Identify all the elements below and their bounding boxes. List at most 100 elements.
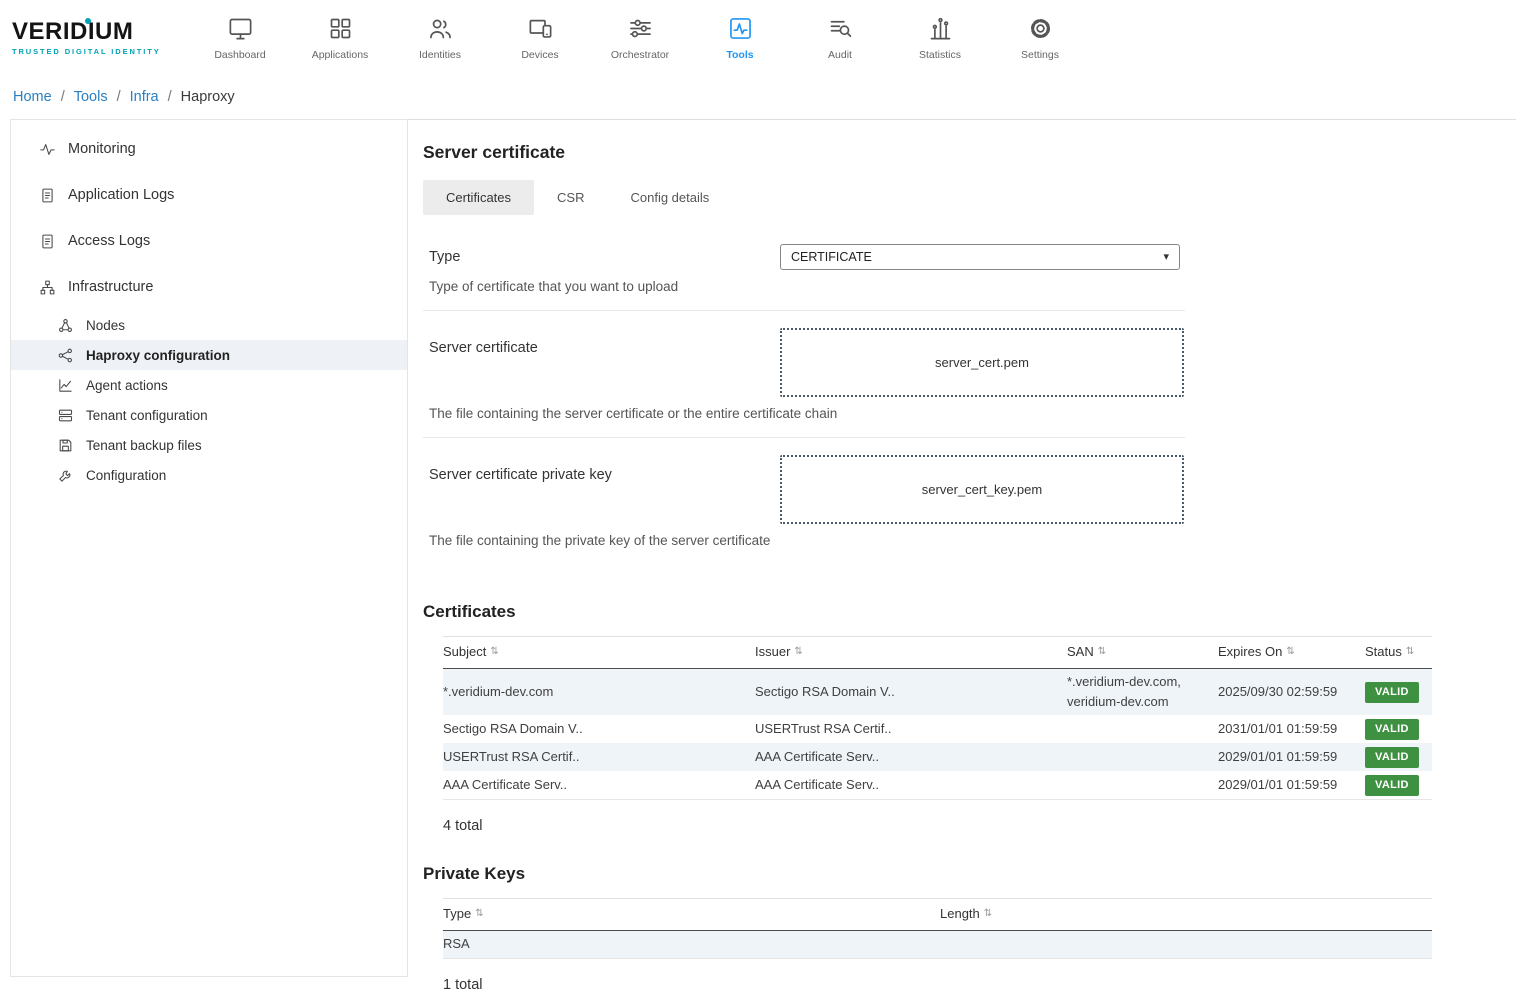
sidebar-item-haproxy-configuration[interactable]: Haproxy configuration [11, 340, 407, 370]
tab-csr[interactable]: CSR [534, 180, 607, 215]
column-header-status[interactable]: Status [1365, 644, 1432, 659]
nav-item-devices[interactable]: Devices [490, 15, 590, 61]
nav-item-orchestrator[interactable]: Orchestrator [590, 15, 690, 61]
private-key-dropzone[interactable]: server_cert_key.pem [780, 455, 1184, 524]
sidebar-item-tenant-backup-files[interactable]: Tenant backup files [11, 430, 407, 460]
tab-certificates[interactable]: Certificates [423, 180, 534, 215]
private-keys-section-title: Private Keys [423, 864, 1496, 884]
column-header-length[interactable]: Length [940, 906, 1432, 921]
nav-label: Identities [419, 49, 461, 61]
sidebar-item-label: Application Logs [68, 187, 174, 203]
nav-label: Dashboard [214, 49, 265, 61]
breadcrumb-separator: / [168, 89, 172, 105]
column-header-expires-on[interactable]: Expires On [1218, 644, 1365, 659]
cell-expires: 2029/01/01 01:59:59 [1218, 747, 1365, 767]
main-nav: Dashboard Applications Identities Device… [190, 15, 1090, 61]
breadcrumb-separator: / [61, 89, 65, 105]
grid-icon [327, 15, 354, 42]
nav-label: Tools [726, 49, 753, 61]
server-certificate-help-text: The file containing the server certifica… [429, 406, 1185, 421]
server-certificate-row: Server certificate server_cert.pem The f… [423, 311, 1185, 438]
sidebar-item-infrastructure[interactable]: Infrastructure [11, 264, 407, 310]
cell-issuer: Sectigo RSA Domain V.. [755, 682, 1067, 702]
sliders-icon [627, 15, 654, 42]
network-share-icon [57, 347, 74, 364]
private-keys-table-body: RSA [443, 931, 1432, 958]
tab-config-details[interactable]: Config details [607, 180, 732, 215]
certificates-table: Subject Issuer SAN Expires On Status *.v… [443, 636, 1432, 800]
sidebar-item-tenant-configuration[interactable]: Tenant configuration [11, 400, 407, 430]
breadcrumb-infra[interactable]: Infra [130, 89, 159, 105]
column-header-type[interactable]: Type [443, 906, 940, 921]
status-badge: VALID [1365, 682, 1419, 703]
sidebar-item-nodes[interactable]: Nodes [11, 310, 407, 340]
cell-san: *.veridium-dev.com, veridium-dev.com [1067, 672, 1218, 712]
sidebar-item-monitoring[interactable]: Monitoring [11, 126, 407, 172]
type-row: Type CERTIFICATE ▾ Type of certificate t… [423, 227, 1185, 311]
nodes-icon [57, 317, 74, 334]
certificates-table-header: Subject Issuer SAN Expires On Status [443, 636, 1432, 669]
nav-label: Orchestrator [611, 49, 669, 61]
private-keys-section: Private Keys Type Length RSA 1 total [423, 864, 1496, 992]
column-header-san[interactable]: SAN [1067, 644, 1218, 659]
activity-icon [39, 141, 56, 158]
document-icon [39, 233, 56, 250]
sidebar-item-label: Tenant backup files [86, 438, 202, 453]
certificate-type-value: CERTIFICATE [791, 250, 872, 264]
sidebar-item-label: Haproxy configuration [86, 348, 230, 363]
cell-expires: 2025/09/30 02:59:59 [1218, 682, 1365, 702]
table-row: AAA Certificate Serv.. AAA Certificate S… [443, 771, 1432, 799]
sidebar-item-application-logs[interactable]: Application Logs [11, 172, 407, 218]
sidebar-item-label: Nodes [86, 318, 125, 333]
breadcrumb: Home / Tools / Infra / Haproxy [0, 76, 1516, 119]
sidebar-item-label: Monitoring [68, 141, 136, 157]
table-row: USERTrust RSA Certif.. AAA Certificate S… [443, 743, 1432, 771]
private-keys-table-header: Type Length [443, 898, 1432, 931]
breadcrumb-current: Haproxy [181, 89, 235, 105]
veridium-logo: VERIDIUM TRUSTED DIGITAL IDENTITY [12, 20, 190, 56]
breadcrumb-home[interactable]: Home [13, 89, 52, 105]
sidebar-item-access-logs[interactable]: Access Logs [11, 218, 407, 264]
certificates-section: Certificates Subject Issuer SAN Expires … [423, 602, 1496, 834]
nav-label: Settings [1021, 49, 1059, 61]
nav-item-applications[interactable]: Applications [290, 15, 390, 61]
nav-item-dashboard[interactable]: Dashboard [190, 15, 290, 61]
gear-icon [1027, 15, 1054, 42]
brand-tagline: TRUSTED DIGITAL IDENTITY [12, 47, 190, 56]
monitor-icon [227, 15, 254, 42]
breadcrumb-separator: / [117, 89, 121, 105]
breadcrumb-tools[interactable]: Tools [74, 89, 108, 105]
certificate-upload-form: Type CERTIFICATE ▾ Type of certificate t… [423, 227, 1185, 564]
save-icon [57, 437, 74, 454]
pulse-square-icon [727, 15, 754, 42]
server-certificate-dropzone[interactable]: server_cert.pem [780, 328, 1184, 397]
top-navigation: VERIDIUM TRUSTED DIGITAL IDENTITY Dashbo… [0, 0, 1516, 76]
nav-item-statistics[interactable]: Statistics [890, 15, 990, 61]
users-icon [427, 15, 454, 42]
nav-item-tools[interactable]: Tools [690, 15, 790, 61]
private-key-help-text: The file containing the private key of t… [429, 533, 1185, 548]
sidebar-item-agent-actions[interactable]: Agent actions [11, 370, 407, 400]
nav-item-identities[interactable]: Identities [390, 15, 490, 61]
cell-issuer: AAA Certificate Serv.. [755, 775, 1067, 795]
brand-name: VERIDIUM [12, 20, 190, 44]
cell-subject: *.veridium-dev.com [443, 682, 755, 702]
table-row: *.veridium-dev.com Sectigo RSA Domain V.… [443, 669, 1432, 715]
sidebar: Monitoring Application Logs Access Logs … [10, 119, 408, 977]
column-header-issuer[interactable]: Issuer [755, 644, 1067, 659]
sidebar-item-configuration[interactable]: Configuration [11, 460, 407, 490]
chevron-down-icon: ▾ [1163, 252, 1169, 263]
nav-item-audit[interactable]: Audit [790, 15, 890, 61]
main-panel: Server certificate Certificates CSR Conf… [408, 119, 1516, 977]
type-help-text: Type of certificate that you want to upl… [429, 279, 1185, 294]
server-icon [57, 407, 74, 424]
tab-bar: Certificates CSR Config details [423, 180, 1496, 215]
logo-dot [85, 18, 91, 24]
certificate-type-select[interactable]: CERTIFICATE ▾ [780, 244, 1180, 270]
page-title: Server certificate [423, 142, 1496, 163]
type-label: Type [423, 249, 780, 265]
nav-item-settings[interactable]: Settings [990, 15, 1090, 61]
private-key-filename: server_cert_key.pem [922, 482, 1042, 497]
nav-label: Applications [312, 49, 369, 61]
column-header-subject[interactable]: Subject [443, 644, 755, 659]
